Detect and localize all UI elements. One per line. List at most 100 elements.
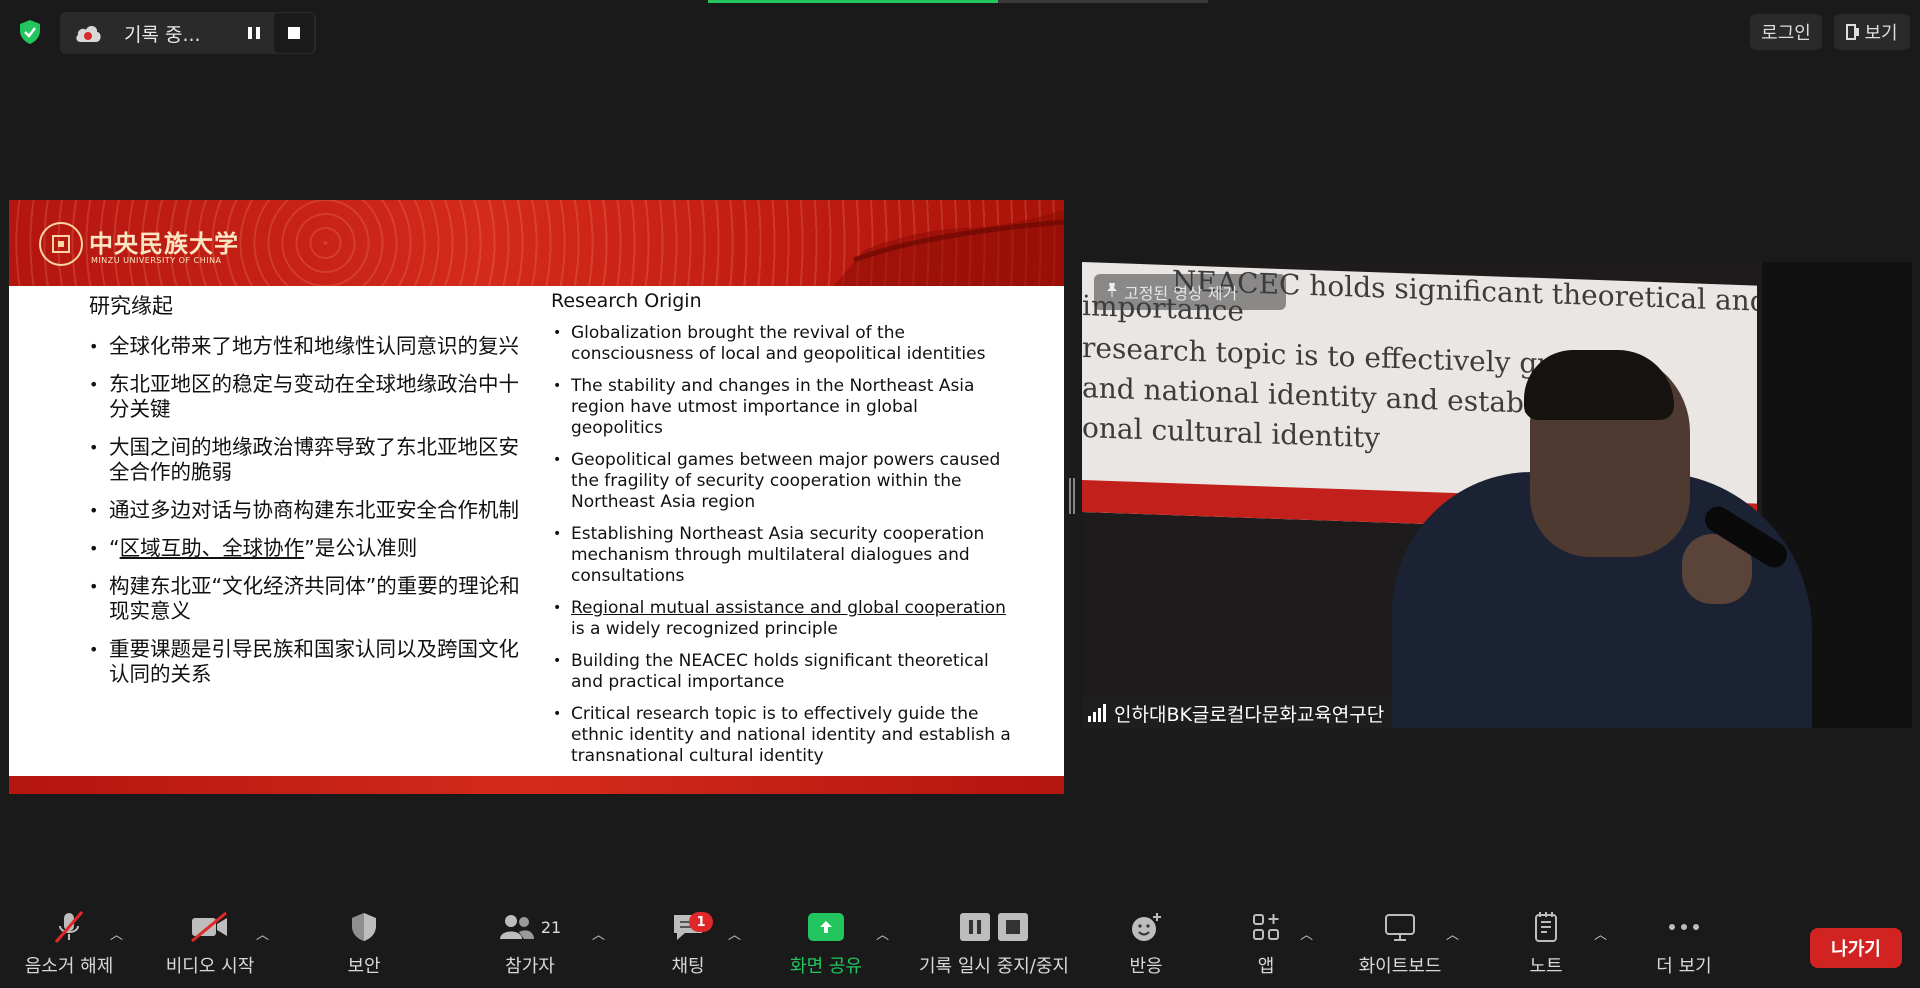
- reactions-button[interactable]: 반응: [1126, 902, 1166, 988]
- slide-heading-en: Research Origin: [551, 290, 702, 312]
- bullet-cn-5-post: ”是公认准则: [304, 536, 418, 560]
- share-screen-label: 화면 공유: [790, 956, 862, 977]
- bullet-cn-1: 全球化带来了地方性和地缘性认同意识的复兴: [89, 334, 529, 359]
- leave-meeting-button[interactable]: 나가기: [1810, 928, 1902, 968]
- notes-options-caret-icon[interactable]: ︿: [1594, 924, 1607, 943]
- pause-stop-recording-label: 기록 일시 중지/중지: [919, 956, 1069, 977]
- remove-pinned-video-button[interactable]: 고정된 영상 제거: [1094, 274, 1286, 310]
- security-button[interactable]: 보안: [334, 902, 394, 988]
- recording-status-text: 기록 중...: [124, 23, 201, 46]
- bullet-cn-7: 重要课题是引导民族和国家认同以及跨国文化认同的关系: [89, 637, 529, 687]
- connection-signal-icon: [1088, 704, 1106, 722]
- view-button-label: 보기: [1864, 23, 1898, 44]
- bullet-en-5: Regional mutual assistance and global co…: [551, 598, 1011, 640]
- share-options-caret-icon[interactable]: ︿: [876, 924, 889, 943]
- share-screen-button[interactable]: 화면 공유: [786, 902, 866, 988]
- more-button[interactable]: 더 보기: [1652, 902, 1716, 988]
- audio-options-caret-icon[interactable]: ︿: [110, 924, 123, 943]
- recording-indicator: 기록 중...: [60, 12, 316, 54]
- share-screen-icon: [808, 902, 844, 952]
- encryption-shield-icon[interactable]: [12, 16, 48, 48]
- chat-unread-badge: 1: [689, 912, 713, 932]
- bullet-cn-5-underlined: 区域互助、全球协作: [119, 536, 305, 560]
- notes-label: 노트: [1529, 956, 1563, 977]
- slide-heading-cn: 研究缘起: [89, 294, 173, 318]
- screen-share-progress-fill: [708, 0, 998, 3]
- more-options-icon: [1668, 902, 1700, 952]
- view-layout-icon: [1846, 24, 1860, 40]
- security-shield-icon: [350, 902, 378, 952]
- bullet-en-6: Building the NEACEC holds significant th…: [551, 651, 1011, 693]
- reactions-icon: [1129, 902, 1163, 952]
- slide-footer-band: [9, 776, 1064, 794]
- shared-screen-slide: 中央民族大学 MINZU UNIVERSITY OF CHINA 研究缘起 全球…: [9, 200, 1064, 794]
- bullet-cn-4: 通过多边对话与协商构建东北亚安全合作机制: [89, 498, 529, 523]
- video-off-icon: [190, 902, 230, 952]
- start-video-button[interactable]: 비디오 시작: [158, 902, 262, 988]
- apps-options-caret-icon[interactable]: ︿: [1300, 924, 1313, 943]
- pause-stop-recording-icon: [960, 902, 1028, 952]
- chat-button[interactable]: 1 채팅: [660, 902, 716, 988]
- notes-icon: [1532, 902, 1560, 952]
- university-name-en: MINZU UNIVERSITY OF CHINA: [91, 256, 222, 265]
- bullet-cn-3: 大国之间的地缘政治博弈导致了东北亚地区安全合作的脆弱: [89, 435, 529, 485]
- bullet-list-cn: 全球化带来了地方性和地缘性认同意识的复兴 东北亚地区的稳定与变动在全球地缘政治中…: [89, 334, 529, 687]
- apps-label: 앱: [1257, 956, 1275, 977]
- muted-microphone-icon: [52, 902, 86, 952]
- english-text-column: Research Origin Globalization brought th…: [551, 290, 1011, 778]
- whiteboard-options-caret-icon[interactable]: ︿: [1446, 924, 1459, 943]
- participant-name-tag: 인하대BK글로컬다문화교육연구단: [1082, 698, 1393, 728]
- bullet-en-1: Globalization brought the revival of the…: [551, 323, 1011, 365]
- chat-options-caret-icon[interactable]: ︿: [728, 924, 741, 943]
- apps-button[interactable]: 앱: [1248, 902, 1284, 988]
- meeting-controls-toolbar: 음소거 해제 ︿ 비디오 시작 ︿ 보안 21 참가자 ︿ 1 채팅 ︿ 화면 …: [0, 902, 1920, 988]
- more-label: 더 보기: [1656, 956, 1712, 977]
- apps-icon: [1251, 902, 1281, 952]
- start-video-label: 비디오 시작: [165, 956, 255, 977]
- view-button[interactable]: 보기: [1834, 14, 1910, 50]
- participants-icon: 21: [499, 902, 561, 952]
- bullet-list-en: Globalization brought the revival of the…: [551, 323, 1011, 767]
- participants-button[interactable]: 21 참가자: [488, 902, 572, 988]
- bullet-en-5-underlined: Regional mutual assistance and global co…: [571, 598, 1006, 618]
- bullet-en-3: Geopolitical games between major powers …: [551, 450, 1011, 513]
- reactions-label: 반응: [1129, 956, 1163, 977]
- bullet-en-5-post: is a widely recognized principle: [571, 619, 838, 639]
- pause-recording-button[interactable]: [234, 13, 274, 53]
- bullet-en-7: Critical research topic is to effectivel…: [551, 704, 1011, 767]
- palace-roof-illustration: [834, 210, 1064, 286]
- chat-icon: 1: [671, 902, 713, 952]
- bullet-cn-5-pre: “: [109, 536, 120, 560]
- participants-label: 참가자: [505, 956, 555, 977]
- chat-label: 채팅: [671, 956, 705, 977]
- pin-icon: [1106, 282, 1118, 302]
- participant-name: 인하대BK글로컬다문화교육연구단: [1114, 703, 1385, 726]
- video-options-caret-icon[interactable]: ︿: [256, 924, 269, 943]
- stop-recording-button[interactable]: [274, 13, 314, 53]
- unmute-label: 음소거 해제: [24, 956, 114, 977]
- whiteboard-button[interactable]: 화이트보드: [1352, 902, 1448, 988]
- screen-share-progress: [708, 0, 1208, 3]
- notes-button[interactable]: 노트: [1524, 902, 1568, 988]
- unmute-button[interactable]: 음소거 해제: [14, 902, 124, 988]
- participants-count: 21: [540, 917, 562, 937]
- university-emblem-icon: [39, 222, 83, 266]
- security-label: 보안: [347, 956, 381, 977]
- bullet-cn-5: “区域互助、全球协作”是公认准则: [89, 536, 529, 561]
- bullet-en-2: The stability and changes in the Northea…: [551, 376, 1011, 439]
- zoom-meeting-window: { "top_bar": { "recording_text": "기록 중..…: [0, 0, 1920, 988]
- panel-resize-handle[interactable]: [1068, 478, 1076, 514]
- participant-video[interactable]: NEACEC holds significant theoretical and…: [1082, 262, 1912, 728]
- pause-stop-recording-button[interactable]: 기록 일시 중지/중지: [912, 902, 1076, 988]
- participants-options-caret-icon[interactable]: ︿: [592, 924, 605, 943]
- slide-header-banner: 中央民族大学 MINZU UNIVERSITY OF CHINA: [9, 200, 1064, 286]
- bullet-cn-2: 东北亚地区的稳定与变动在全球地缘政治中十分关键: [89, 372, 529, 422]
- remove-pinned-video-label: 고정된 영상 제거: [1124, 284, 1238, 303]
- bullet-cn-6: 构建东北亚“文化经济共同体”的重要的理论和现实意义: [89, 574, 529, 624]
- login-button[interactable]: 로그인: [1750, 14, 1822, 50]
- whiteboard-icon: [1383, 902, 1417, 952]
- whiteboard-label: 화이트보드: [1358, 956, 1442, 977]
- chinese-text-column: 研究缘起 全球化带来了地方性和地缘性认同意识的复兴 东北亚地区的稳定与变动在全球…: [89, 290, 529, 700]
- bullet-en-4: Establishing Northeast Asia security coo…: [551, 524, 1011, 587]
- cloud-recording-icon: [74, 22, 102, 44]
